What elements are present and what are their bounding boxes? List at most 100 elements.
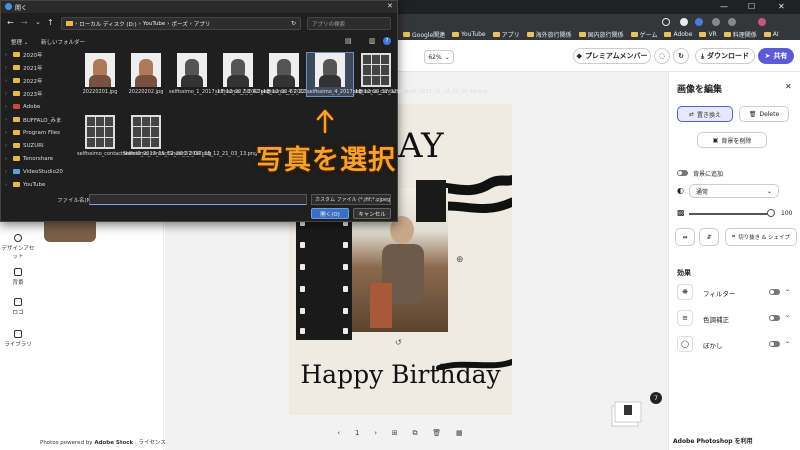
bookmark-apps[interactable]: アプリ [492,30,520,39]
blur-toggle[interactable] [769,341,780,347]
extension-icon-2[interactable] [680,18,688,26]
minimize-icon[interactable]: — [720,2,728,11]
file-item[interactable]: selfissimo_1_2017_15_12_20_58_42.png [169,53,270,96]
adjustments-toggle[interactable] [769,315,780,321]
maximize-icon[interactable]: ☐ [748,2,755,11]
flip-vertical-button[interactable]: ⇵ [699,228,719,246]
photoshop-link[interactable]: Adobe Photoshop を利用 [673,436,753,445]
close-icon[interactable]: ✕ [785,82,792,91]
file-item[interactable]: selfissimo_2_2017_15_12_20_37_22.png [215,53,316,96]
bookmark-ai[interactable]: AI [763,31,779,38]
dialog-close-icon[interactable]: ✕ [387,2,393,10]
rail-library[interactable]: ライブラリ [0,330,36,348]
history-button[interactable]: ↻ [673,48,689,64]
asset-thumbnail[interactable] [44,220,96,242]
path-segment[interactable]: ポーズ [171,20,187,28]
sidebar-folder[interactable]: › BUFFALO_みま [5,114,61,125]
help-icon[interactable]: ? [383,37,391,45]
file-item[interactable]: selfissimo_contactSheet0_2017_15_12_21_0… [123,115,257,158]
file-item[interactable]: 20220201.jpg [77,53,123,96]
birthday-text[interactable]: Happy Birthday [289,360,512,389]
delete-page-icon[interactable]: 🗑 [432,429,441,437]
rail-logo[interactable]: ロゴ [0,298,36,316]
up-icon[interactable]: ↑ [47,18,54,27]
next-page-icon[interactable]: › [374,429,377,437]
sidebar-folder[interactable]: › 2022年 [5,75,43,86]
pages-thumbnail[interactable] [610,398,642,428]
path-segment[interactable]: ローカル ディスク (D:) [79,20,137,28]
address-bar[interactable]: › ローカル ディスク (D:) › YouTube › ポーズ › アプリ ↻ [61,17,301,30]
file-item-selected[interactable]: selfissimo_4_2017_15_12_20_37_12.png [306,52,408,97]
delete-button[interactable]: 🗑 Delete [739,106,789,122]
path-segment[interactable]: YouTube [143,21,165,27]
zoom-select[interactable]: 62% ⌄ [424,50,454,64]
file-item[interactable]: selfissimo_contactSheet0_2017_15_12_20_3… [77,115,211,158]
extension-icon-4[interactable] [712,18,720,26]
profile-avatar[interactable] [758,18,766,26]
duplicate-page-icon[interactable]: ⧉ [412,429,417,438]
bookmark-youtube[interactable]: YouTube [452,31,486,38]
bookmark-vr[interactable]: VR [699,31,717,38]
back-icon[interactable]: ← [7,18,14,27]
crop-shape-button[interactable]: ⌗ 切り抜き & シェイプ [725,228,797,246]
sidebar-folder[interactable]: › VideoStudio20 [5,166,63,177]
file-item[interactable]: 20220202.jpg [123,53,169,96]
remove-background-button[interactable]: ▣ 背景を削除 [697,132,767,148]
sidebar-folder[interactable]: › 2021年 [5,62,43,73]
filename-input[interactable] [89,194,307,205]
bookmark-domestic-travel[interactable]: 国内旅行関係 [578,30,624,39]
bookmark-overseas-travel[interactable]: 海外旅行関係 [526,30,572,39]
search-input[interactable]: アプリの検索 [307,17,391,30]
sidebar-folder[interactable]: › 2023年 [5,88,43,99]
opacity-slider-handle[interactable] [767,209,775,217]
view-icon[interactable]: ▤ [345,37,352,45]
refresh-icon[interactable]: ↻ [291,20,296,27]
filetype-select[interactable]: カスタム ファイル (*.jfif;*.pjpeg;*.jp [311,194,391,205]
path-segment[interactable]: アプリ [194,20,211,28]
add-to-background-toggle[interactable] [677,170,688,176]
chevron-down-icon[interactable]: ⌄ [35,18,41,26]
organize-button[interactable]: 整理 ⌄ [11,38,28,46]
flip-horizontal-button[interactable]: ⇹ [675,228,695,246]
filter-toggle[interactable] [769,289,780,295]
preview-pane-icon[interactable]: ▥ [369,37,376,45]
blend-mode-select[interactable]: 通常 ⌄ [689,184,779,198]
sidebar-folder[interactable]: › 2020年 [5,49,43,60]
sidebar-folder[interactable]: › YouTube [5,179,45,190]
close-window-icon[interactable]: ✕ [778,2,785,11]
grid-view-icon[interactable]: ▦ [456,429,463,437]
bookmark-google[interactable]: Google関連 [403,30,445,39]
adobe-stock-link[interactable]: Adobe Stock [94,440,133,446]
sidebar-folder[interactable]: › Program Files [5,127,60,138]
chevron-down-icon[interactable]: ⌄ [785,338,790,345]
chevron-down-icon[interactable]: ⌄ [785,312,790,319]
rotate-icon[interactable]: ↺ [395,338,402,347]
card-title-text[interactable]: AY [398,126,444,166]
bookmark-games[interactable]: ゲーム [630,30,657,39]
rail-background[interactable]: 背景 [0,268,36,286]
file-item[interactable]: selfissimo_contactSheet0_2017_15_12_20_2… [353,53,487,96]
sidebar-folder[interactable]: › Adobe [5,101,40,112]
share-button[interactable]: ➤ 共有 [758,48,794,64]
add-page-icon[interactable]: ⊞ [392,429,398,437]
bookmark-cooking[interactable]: 料理関係 [723,30,757,39]
lightbulb-button[interactable]: ◌ [654,48,670,64]
rail-design-assets[interactable]: デザインアセット [0,234,36,260]
film-strip-top[interactable] [416,180,446,222]
forward-icon[interactable]: → [21,18,28,27]
extension-icon-5[interactable] [728,18,736,26]
download-button[interactable]: ⤓ ダウンロード [695,48,755,64]
opacity-slider[interactable] [689,213,771,215]
new-folder-button[interactable]: 新しいフォルダー [41,38,85,46]
premium-member-button[interactable]: ◆ プレミアムメンバー [573,48,651,64]
extension-icon-3[interactable] [695,18,703,26]
cancel-button[interactable]: キャンセル [353,208,391,219]
sidebar-folder[interactable]: › Tenorshare [5,153,53,164]
replace-button[interactable]: ⇄ 置き換え [677,106,733,122]
extension-icon-1[interactable] [662,18,670,26]
open-button[interactable]: 開く(O) [311,208,349,219]
add-icon[interactable]: ⊕ [456,255,464,265]
sidebar-folder[interactable]: › SUZURI [5,140,44,151]
file-item[interactable]: selfissimo_4_2017_15_12_20_34_32.png [261,53,362,96]
prev-page-icon[interactable]: ‹ [337,429,340,437]
